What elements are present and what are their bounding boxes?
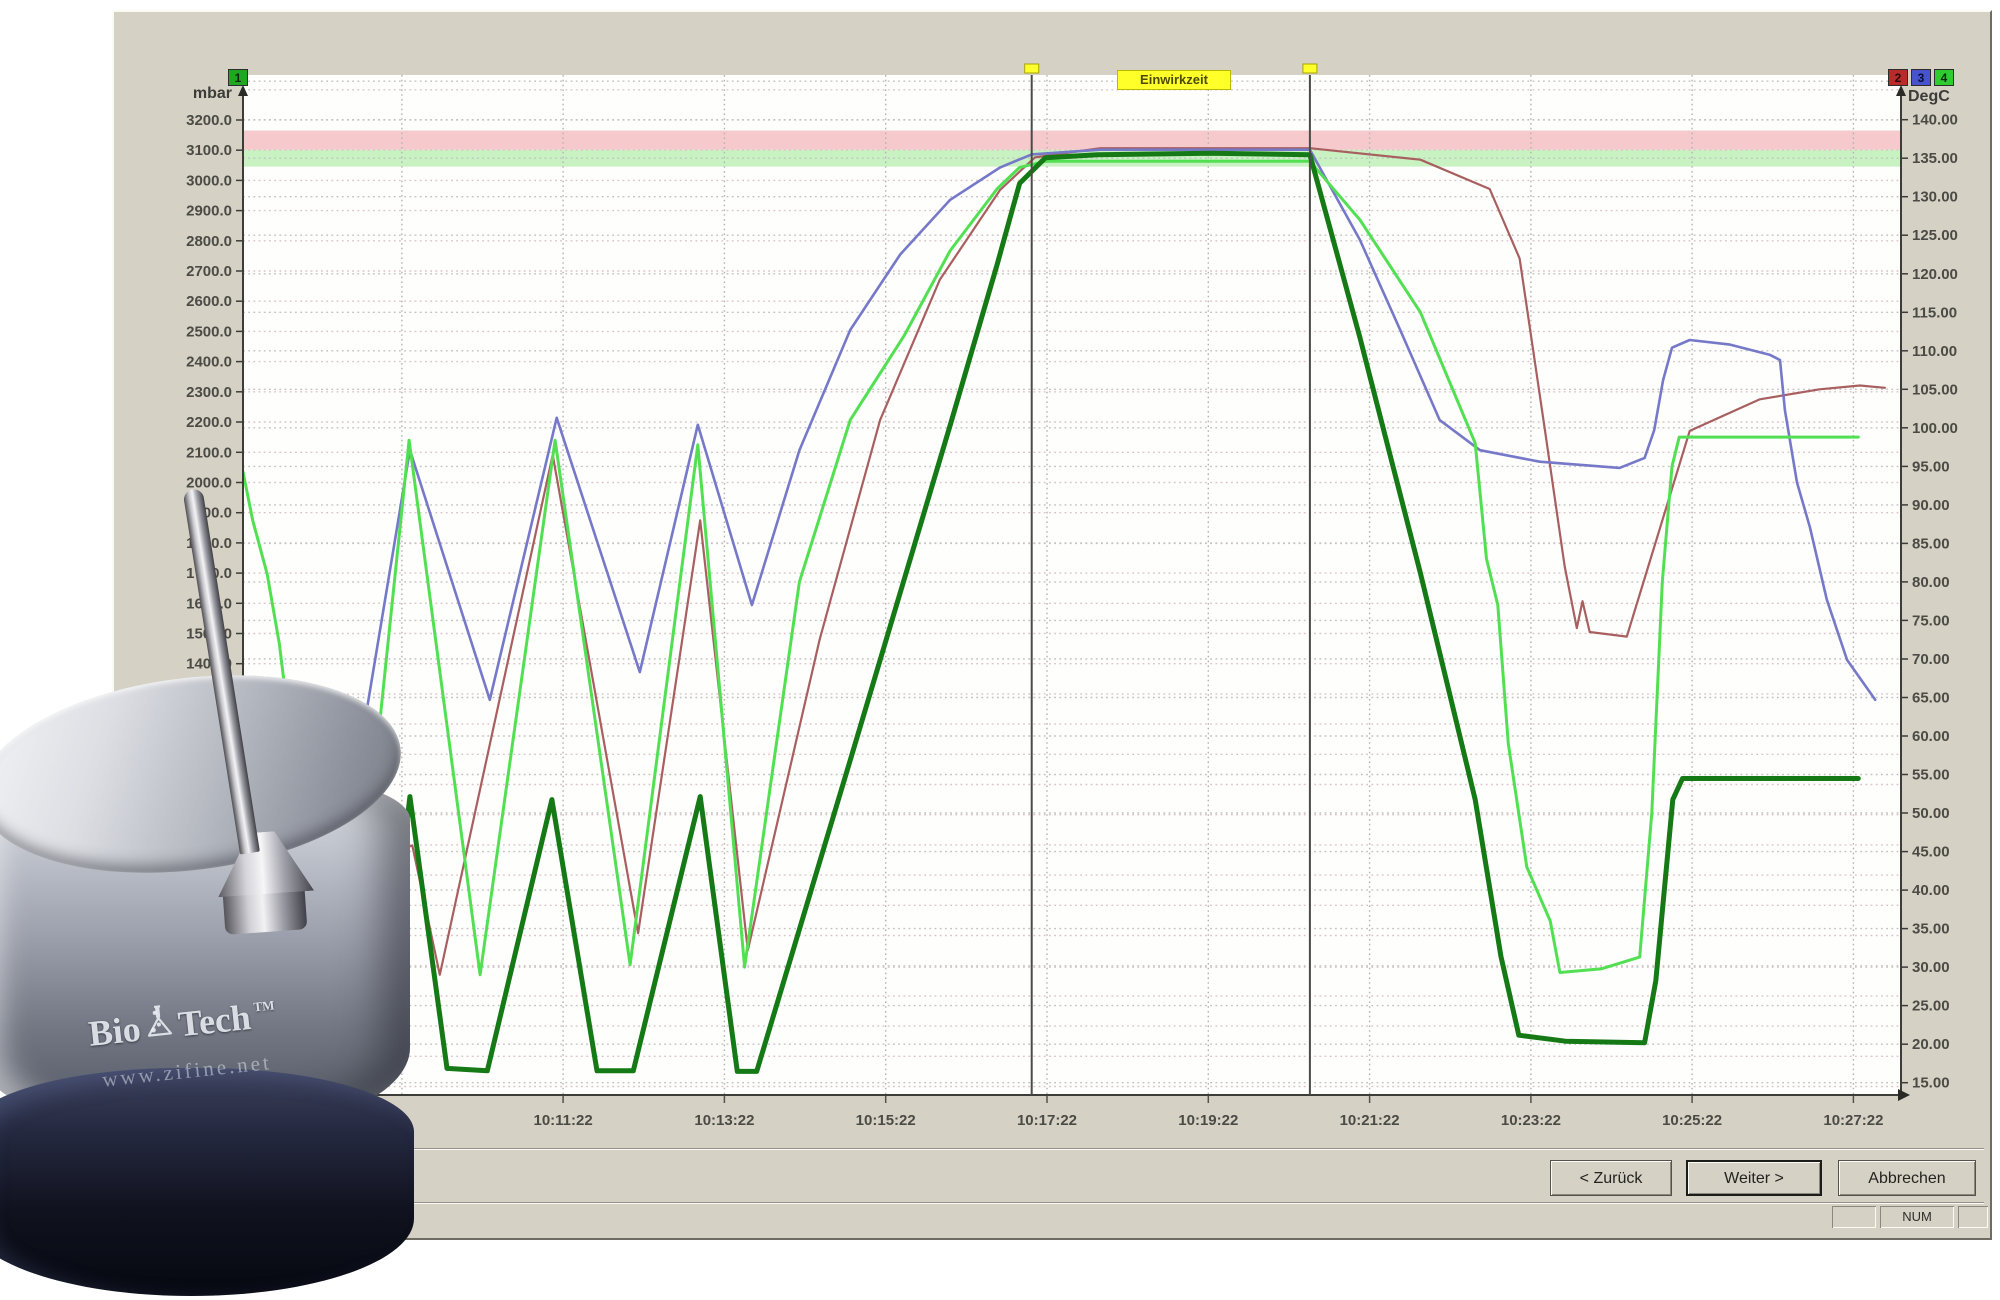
right-tick-label: 80.00 xyxy=(1912,574,1950,591)
left-tick-label: 2200.0 xyxy=(186,414,232,431)
right-tick-label: 65.00 xyxy=(1912,690,1950,707)
left-tick-label: 2900.0 xyxy=(186,203,232,220)
channel-1-marker: 1 xyxy=(228,69,248,86)
left-tick-label: 3200.0 xyxy=(186,112,232,129)
left-tick-label: 2300.0 xyxy=(186,384,232,401)
left-tick-label: 2800.0 xyxy=(186,233,232,250)
right-tick-label: 20.00 xyxy=(1912,1036,1950,1053)
logo-text-left: Bio xyxy=(86,1007,142,1054)
left-tick-label: 2700.0 xyxy=(186,263,232,280)
logo-text-right: Tech xyxy=(176,996,253,1045)
statusbar-resize-grip xyxy=(1958,1206,1988,1228)
right-tick-label: 55.00 xyxy=(1912,767,1950,784)
right-axis-unit-label: DegC xyxy=(1908,88,1950,106)
x-tick-label: 10:15:22 xyxy=(856,1112,916,1129)
left-tick-label: 2500.0 xyxy=(186,323,232,340)
left-tick-label: 3000.0 xyxy=(186,172,232,189)
left-tick-label: 2100.0 xyxy=(186,444,232,461)
right-tick-label: 85.00 xyxy=(1912,535,1950,552)
x-axis-arrow xyxy=(1898,1089,1910,1101)
right-tick-label: 60.00 xyxy=(1912,728,1950,745)
plot-background xyxy=(243,75,1901,1095)
left-axis-unit-label: mbar xyxy=(160,85,232,103)
right-tick-label: 110.00 xyxy=(1912,343,1957,360)
datalogger-photo: Bio Tech TM www.zifine.net xyxy=(0,470,412,1300)
x-tick-label: 10:11:22 xyxy=(533,1112,592,1129)
right-tick-label: 75.00 xyxy=(1912,612,1950,629)
right-tick-label: 90.00 xyxy=(1912,497,1950,514)
x-tick-label: 10:21:22 xyxy=(1340,1112,1400,1129)
right-tick-label: 15.00 xyxy=(1912,1075,1950,1092)
right-tick-label: 115.00 xyxy=(1912,304,1957,321)
channel-2-marker: 2 xyxy=(1888,69,1908,86)
x-tick-label: 10:13:22 xyxy=(694,1112,754,1129)
x-tick-label: 10:17:22 xyxy=(1017,1112,1077,1129)
upper-tolerance-band xyxy=(243,131,1901,150)
right-tick-label: 125.00 xyxy=(1912,227,1958,244)
channel-3-marker: 3 xyxy=(1911,69,1931,86)
logo-trademark: TM xyxy=(253,997,276,1015)
right-tick-label: 140.00 xyxy=(1912,112,1958,129)
cancel-button[interactable]: Abbrechen xyxy=(1838,1160,1976,1196)
right-tick-label: 95.00 xyxy=(1912,458,1950,475)
channel-4-marker: 4 xyxy=(1934,69,1954,86)
right-tick-label: 130.00 xyxy=(1912,189,1958,206)
x-tick-label: 10:19:22 xyxy=(1178,1112,1238,1129)
right-tick-label: 135.00 xyxy=(1912,150,1958,167)
left-tick-label: 3100.0 xyxy=(186,142,232,159)
next-button[interactable]: Weiter > xyxy=(1686,1160,1822,1196)
back-button[interactable]: < Zurück xyxy=(1550,1160,1672,1196)
right-tick-label: 100.00 xyxy=(1912,420,1958,437)
right-tick-label: 70.00 xyxy=(1912,651,1950,668)
x-tick-label: 10:25:22 xyxy=(1662,1112,1722,1129)
x-tick-label: 10:23:22 xyxy=(1501,1112,1561,1129)
right-tick-label: 45.00 xyxy=(1912,844,1950,861)
datalogger-base xyxy=(0,1068,414,1296)
right-tick-label: 105.00 xyxy=(1912,381,1958,398)
right-tick-label: 25.00 xyxy=(1912,998,1950,1015)
right-tick-label: 50.00 xyxy=(1912,805,1950,822)
biotech-flask-icon xyxy=(142,1003,176,1049)
right-tick-label: 30.00 xyxy=(1912,959,1950,976)
left-tick-label: 2600.0 xyxy=(186,293,232,310)
right-tick-label: 120.00 xyxy=(1912,266,1958,283)
left-tick-label: 2400.0 xyxy=(186,354,232,371)
cursor-cap[interactable] xyxy=(1303,64,1317,73)
x-tick-label: 10:27:22 xyxy=(1823,1112,1883,1129)
right-tick-label: 40.00 xyxy=(1912,882,1950,899)
right-tick-label: 35.00 xyxy=(1912,921,1950,938)
statusbar-num-indicator: NUM xyxy=(1880,1206,1954,1228)
statusbar-cell xyxy=(1832,1206,1876,1228)
holding-time-label: Einwirkzeit xyxy=(1117,70,1231,90)
cursor-cap[interactable] xyxy=(1025,64,1039,73)
